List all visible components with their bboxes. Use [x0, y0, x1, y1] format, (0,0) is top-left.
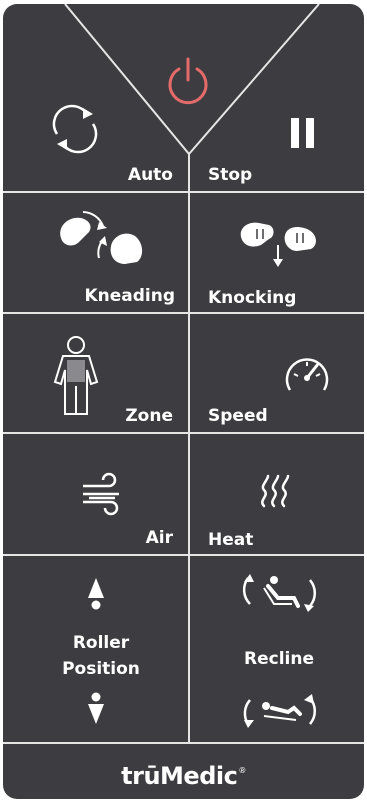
- recline-back-button[interactable]: [235, 566, 325, 616]
- air-icon: [83, 472, 119, 516]
- body-zone-icon: [53, 336, 99, 415]
- trademark-symbol: ®: [238, 766, 246, 775]
- air-label: Air: [145, 528, 173, 548]
- air-button[interactable]: Air: [3, 434, 187, 554]
- recline-legs-icon: [243, 694, 317, 728]
- zone-label: Zone: [125, 406, 173, 426]
- knocking-button[interactable]: Knocking: [190, 193, 364, 312]
- recline-back-icon: [242, 574, 317, 612]
- heat-button[interactable]: Heat: [190, 434, 364, 554]
- speedometer-icon: [285, 358, 329, 391]
- kneading-button[interactable]: Kneading: [3, 193, 187, 312]
- pause-icon: [291, 118, 314, 148]
- recline-control: Recline: [190, 556, 364, 742]
- stop-button[interactable]: Stop: [190, 64, 364, 191]
- zone-button[interactable]: Zone: [3, 314, 187, 432]
- heat-icon: [261, 474, 290, 508]
- roller-down-button[interactable]: [79, 688, 113, 728]
- brand-logo: trūMedic®: [3, 762, 364, 790]
- recline-label: Recline: [244, 649, 314, 669]
- kneading-icon: [60, 211, 143, 264]
- brand-name: trūMedic: [121, 762, 238, 790]
- roller-position-control: Roller Position: [3, 556, 187, 742]
- arrow-up-icon: [88, 578, 104, 610]
- heat-label: Heat: [208, 530, 254, 550]
- speed-button[interactable]: Speed: [190, 314, 364, 432]
- kneading-label: Kneading: [84, 286, 175, 306]
- knocking-label: Knocking: [208, 288, 297, 308]
- speed-label: Speed: [208, 406, 268, 426]
- roller-label-line2: Position: [62, 659, 140, 679]
- arrow-down-icon: [88, 692, 104, 724]
- recline-legs-button[interactable]: [235, 692, 325, 736]
- roller-label-line1: Roller: [72, 633, 130, 653]
- knocking-icon: [240, 222, 316, 267]
- divider: [3, 742, 364, 744]
- roller-up-button[interactable]: [79, 576, 113, 616]
- stop-label: Stop: [208, 165, 253, 185]
- auto-label: Auto: [127, 165, 173, 185]
- auto-cycle-icon: [52, 104, 98, 154]
- massage-remote: Auto Stop Kneading Knocking Zone Speed A…: [3, 4, 364, 799]
- auto-button[interactable]: Auto: [3, 64, 187, 191]
